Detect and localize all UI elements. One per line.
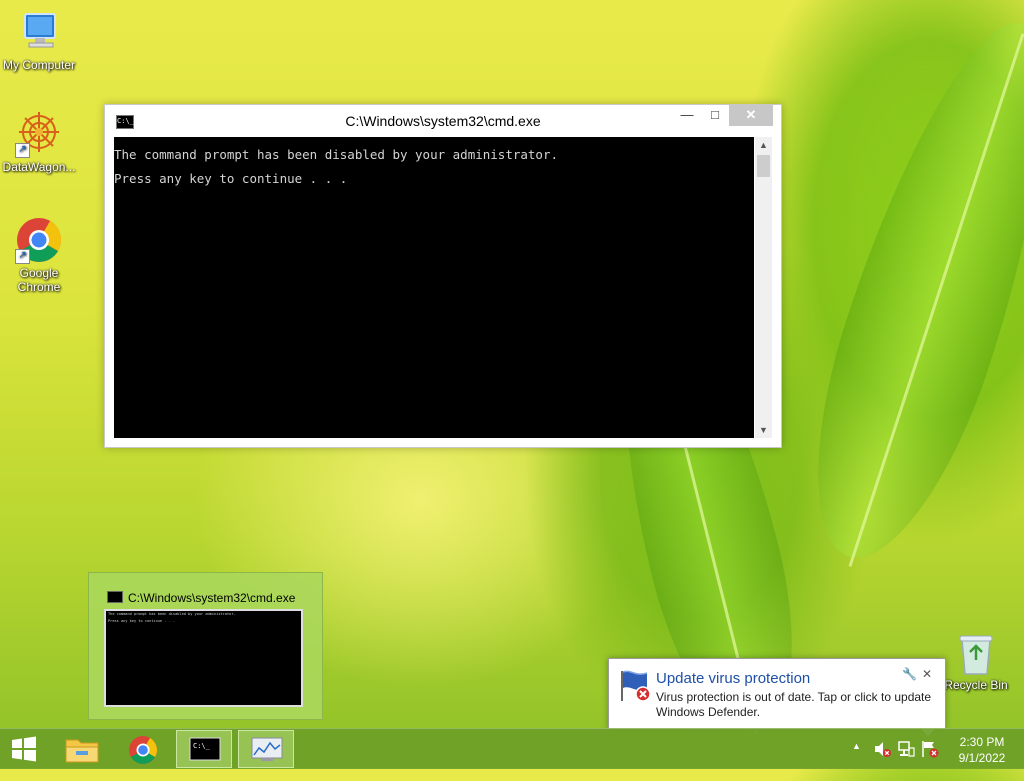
folder-icon bbox=[65, 739, 99, 763]
desktop-icon-label: DataWagon... bbox=[2, 160, 76, 174]
wallpaper-leaf-right bbox=[777, 0, 1024, 580]
cmd-window[interactable]: C:\_ C:\Windows\system32\cmd.exe — □ ✕ T… bbox=[104, 104, 782, 448]
preview-line: Press any key to continue . . . bbox=[108, 619, 176, 623]
taskbar-command-prompt[interactable]: C:\_ bbox=[176, 730, 232, 768]
console-output[interactable]: The command prompt has been disabled by … bbox=[114, 137, 754, 438]
taskbar-google-chrome[interactable] bbox=[115, 730, 171, 768]
shortcut-arrow-icon: ↗ bbox=[15, 249, 30, 264]
notification-settings-wrench-icon[interactable]: 🔧 bbox=[902, 667, 917, 681]
cmd-icon bbox=[107, 591, 123, 603]
minimize-button[interactable]: — bbox=[673, 105, 701, 126]
cmd-icon: C:\_ bbox=[189, 737, 221, 761]
desktop-icon-datawagon[interactable]: ↗ DataWagon... bbox=[1, 110, 77, 174]
scroll-down-arrow-icon[interactable]: ▼ bbox=[755, 422, 772, 438]
scroll-up-arrow-icon[interactable]: ▲ bbox=[755, 137, 772, 153]
desktop-icon-label: Recycle Bin bbox=[944, 678, 1008, 692]
volume-muted-icon[interactable] bbox=[872, 739, 892, 779]
desktop-icon-label: My Computer bbox=[2, 58, 76, 72]
maximize-button[interactable]: □ bbox=[702, 105, 728, 126]
preview-title-text: C:\Windows\system32\cmd.exe bbox=[128, 591, 296, 605]
scroll-thumb[interactable] bbox=[757, 155, 770, 177]
defender-notification[interactable]: Update virus protection Virus protection… bbox=[608, 658, 946, 730]
clock-time: 2:30 PM bbox=[959, 735, 1005, 749]
monitor-chart-icon bbox=[251, 737, 283, 761]
windows-logo-icon bbox=[12, 736, 36, 762]
console-line: Press any key to continue . . . bbox=[114, 171, 348, 186]
notification-close-button[interactable]: ✕ bbox=[922, 667, 932, 681]
preview-line: The command prompt has been disabled by … bbox=[108, 612, 236, 616]
taskbar-clock[interactable]: 2:30 PM 9/1/2022 bbox=[950, 734, 1014, 766]
preview-title: C:\Windows\system32\cmd.exe bbox=[107, 591, 295, 605]
start-button[interactable] bbox=[0, 730, 48, 768]
defender-warning-flag-icon bbox=[619, 669, 651, 702]
taskbar-file-explorer[interactable] bbox=[54, 730, 110, 768]
console-line: The command prompt has been disabled by … bbox=[114, 147, 559, 162]
taskbar-performance-monitor[interactable] bbox=[238, 730, 294, 768]
svg-text:C:\_: C:\_ bbox=[193, 742, 211, 750]
chrome-icon bbox=[129, 736, 157, 764]
network-icon[interactable] bbox=[896, 739, 916, 779]
chrome-icon: ↗ bbox=[15, 216, 63, 264]
datawagon-logo-icon: ↗ bbox=[15, 110, 63, 158]
computer-icon bbox=[15, 8, 63, 56]
preview-console: The command prompt has been disabled by … bbox=[104, 609, 303, 707]
taskbar-thumbnail-preview[interactable]: C:\Windows\system32\cmd.exe The command … bbox=[88, 572, 323, 720]
desktop-icon-my-computer[interactable]: My Computer bbox=[1, 8, 77, 72]
notification-message: Virus protection is out of date. Tap or … bbox=[656, 690, 932, 719]
desktop-icon-label: Google Chrome bbox=[17, 266, 61, 294]
desktop-icon-google-chrome[interactable]: ↗ Google Chrome bbox=[1, 216, 77, 294]
window-titlebar[interactable]: C:\_ C:\Windows\system32\cmd.exe — □ ✕ bbox=[105, 105, 781, 137]
desktop-icon-recycle-bin[interactable]: Recycle Bin bbox=[938, 632, 1014, 692]
notification-title: Update virus protection bbox=[656, 670, 811, 687]
action-center-flag-icon[interactable] bbox=[920, 739, 940, 779]
recycle-bin-icon bbox=[956, 632, 996, 676]
vertical-scrollbar[interactable]: ▲ ▼ bbox=[755, 137, 772, 438]
close-button[interactable]: ✕ bbox=[729, 105, 773, 126]
show-hidden-icons-arrow[interactable]: ▲ bbox=[852, 741, 861, 781]
shortcut-arrow-icon: ↗ bbox=[15, 143, 30, 158]
taskbar: C:\_ ▲ 2:30 PM 9/1/2022 bbox=[0, 728, 1024, 769]
clock-date: 9/1/2022 bbox=[958, 751, 1006, 765]
